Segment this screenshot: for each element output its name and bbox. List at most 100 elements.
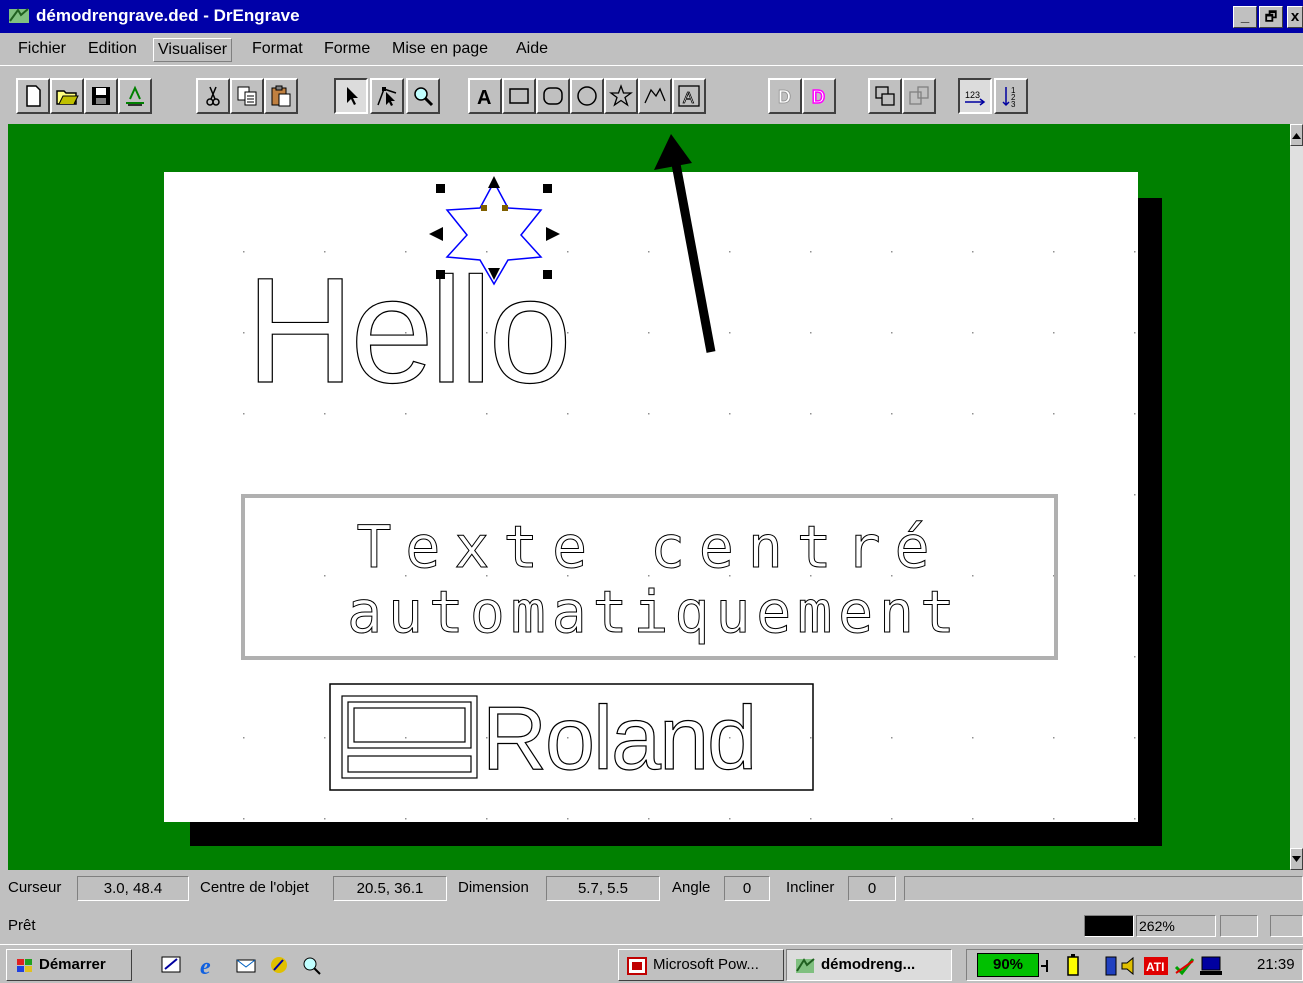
center-label: Centre de l'objet xyxy=(200,879,309,896)
taskbar: Démarrer e Microsoft Pow... démodreng...… xyxy=(0,944,1303,983)
network-monitor-icon[interactable] xyxy=(1199,955,1223,977)
task-drengrave[interactable]: démodreng... xyxy=(786,949,952,981)
menu-forme[interactable]: Forme xyxy=(320,38,374,60)
rounded-rectangle-tool-button[interactable] xyxy=(536,78,570,114)
volume-icon[interactable] xyxy=(1119,954,1141,978)
battery-icon[interactable] xyxy=(1065,954,1081,978)
zoom-icon xyxy=(414,87,434,107)
save-button[interactable] xyxy=(84,78,118,114)
star-tool-icon xyxy=(609,84,633,107)
rectangle-tool-button[interactable] xyxy=(502,78,536,114)
powerpoint-icon xyxy=(627,957,647,975)
incline-label: Incliner xyxy=(786,879,835,896)
dimension-value: 5.7, 5.5 xyxy=(546,876,660,901)
select-arrow-icon xyxy=(347,87,358,105)
outline-d-icon: D xyxy=(778,87,792,108)
menu-fichier[interactable]: Fichier xyxy=(14,38,70,60)
select-button[interactable] xyxy=(334,78,368,114)
window-title: démodrengrave.ded - DrEngrave xyxy=(36,6,300,25)
power-plug-icon[interactable] xyxy=(1039,956,1053,976)
import-button[interactable] xyxy=(118,78,152,114)
ellipse-tool-icon xyxy=(577,86,597,106)
cut-icon xyxy=(206,86,220,106)
numbering-button[interactable]: 123 xyxy=(958,78,992,114)
menu-format[interactable]: Format xyxy=(248,38,307,60)
filled-d-button[interactable]: D xyxy=(802,78,836,114)
open-folder-icon xyxy=(56,90,79,105)
device-icon[interactable] xyxy=(1103,954,1119,978)
text-tool-icon: A xyxy=(477,87,491,109)
info-spacer xyxy=(904,876,1303,901)
cursor-label: Curseur xyxy=(8,879,62,896)
task-powerpoint-label: Microsoft Pow... xyxy=(653,956,759,973)
vertical-scrollbar[interactable] xyxy=(1290,124,1303,870)
ungroup-button[interactable] xyxy=(902,78,936,114)
group-button[interactable] xyxy=(868,78,902,114)
status-bar: Prêt 262% xyxy=(0,911,1303,941)
text-tool-button[interactable]: A xyxy=(468,78,502,114)
new-document-button[interactable] xyxy=(16,78,50,114)
zoom-button[interactable] xyxy=(406,78,440,114)
status-pane-2 xyxy=(1270,915,1303,937)
drawing-workspace[interactable]: Hello Texte centré automatiquement Rolan… xyxy=(8,124,1290,870)
open-button[interactable] xyxy=(50,78,84,114)
svg-text:ATI: ATI xyxy=(1146,960,1164,974)
copy-button[interactable] xyxy=(230,78,264,114)
angle-label: Angle xyxy=(672,879,711,896)
menu-bar: Fichier Edition Visualiser Format Forme … xyxy=(0,33,1303,65)
checkmark-tray-icon[interactable] xyxy=(1173,955,1197,977)
framed-text-tool-icon: A xyxy=(678,85,700,107)
menu-edition[interactable]: Edition xyxy=(84,38,141,60)
drengrave-icon xyxy=(796,958,815,973)
status-pane-1 xyxy=(1220,915,1258,937)
ungroup-icon xyxy=(909,86,929,105)
channels-icon[interactable] xyxy=(268,954,292,976)
menu-visualiser[interactable]: Visualiser xyxy=(153,38,233,62)
internet-explorer-icon[interactable]: e xyxy=(198,953,224,977)
svg-text:123: 123 xyxy=(965,90,980,100)
outlook-express-icon[interactable] xyxy=(234,954,260,976)
polyline-tool-button[interactable] xyxy=(638,78,672,114)
annotation-arrow xyxy=(654,134,716,353)
framed-text-tool-button[interactable]: A xyxy=(672,78,706,114)
svg-text:D: D xyxy=(812,87,825,107)
paste-button[interactable] xyxy=(264,78,298,114)
battery-level[interactable]: 90% xyxy=(977,953,1039,977)
dimension-label: Dimension xyxy=(458,879,529,896)
zoom-level: 262% xyxy=(1136,915,1216,937)
star-tool-button[interactable] xyxy=(604,78,638,114)
windows-logo-icon xyxy=(17,959,32,972)
clock: 21:39 xyxy=(1257,956,1295,973)
search-icon[interactable] xyxy=(300,954,324,976)
rectangle-tool-icon xyxy=(509,88,529,104)
angle-value: 0 xyxy=(724,876,770,901)
numbering-icon: 123 xyxy=(965,90,986,106)
svg-text:3: 3 xyxy=(1011,100,1016,109)
fraction-numbering-button[interactable]: 123 xyxy=(994,78,1028,114)
color-swatch xyxy=(1084,915,1134,937)
node-edit-button[interactable] xyxy=(370,78,404,114)
scroll-down-button[interactable] xyxy=(1290,848,1303,870)
outline-d-button[interactable]: D xyxy=(768,78,802,114)
polyline-tool-icon xyxy=(644,87,666,104)
new-document-icon xyxy=(26,85,41,107)
svg-text:A: A xyxy=(477,87,491,109)
node-edit-icon xyxy=(377,87,397,106)
maximize-button[interactable]: 🗗 xyxy=(1259,6,1283,28)
close-button[interactable]: x xyxy=(1287,6,1303,28)
info-bar: Curseur 3.0, 48.4 Centre de l'objet 20.5… xyxy=(0,873,1303,905)
ati-icon[interactable]: ATI xyxy=(1143,955,1169,977)
task-drengrave-label: démodreng... xyxy=(821,956,916,973)
incline-value: 0 xyxy=(848,876,896,901)
ellipse-tool-button[interactable] xyxy=(570,78,604,114)
menu-aide[interactable]: Aide xyxy=(512,38,552,60)
cut-button[interactable] xyxy=(196,78,230,114)
task-powerpoint[interactable]: Microsoft Pow... xyxy=(618,949,784,981)
minimize-button[interactable]: _ xyxy=(1233,6,1257,28)
svg-text:A: A xyxy=(683,90,694,107)
quick-launch-desktop-icon[interactable] xyxy=(160,954,184,976)
menu-mise-en-page[interactable]: Mise en page xyxy=(388,38,492,60)
filled-d-icon: D xyxy=(811,86,826,108)
start-button[interactable]: Démarrer xyxy=(6,949,132,981)
scroll-up-button[interactable] xyxy=(1290,124,1303,146)
